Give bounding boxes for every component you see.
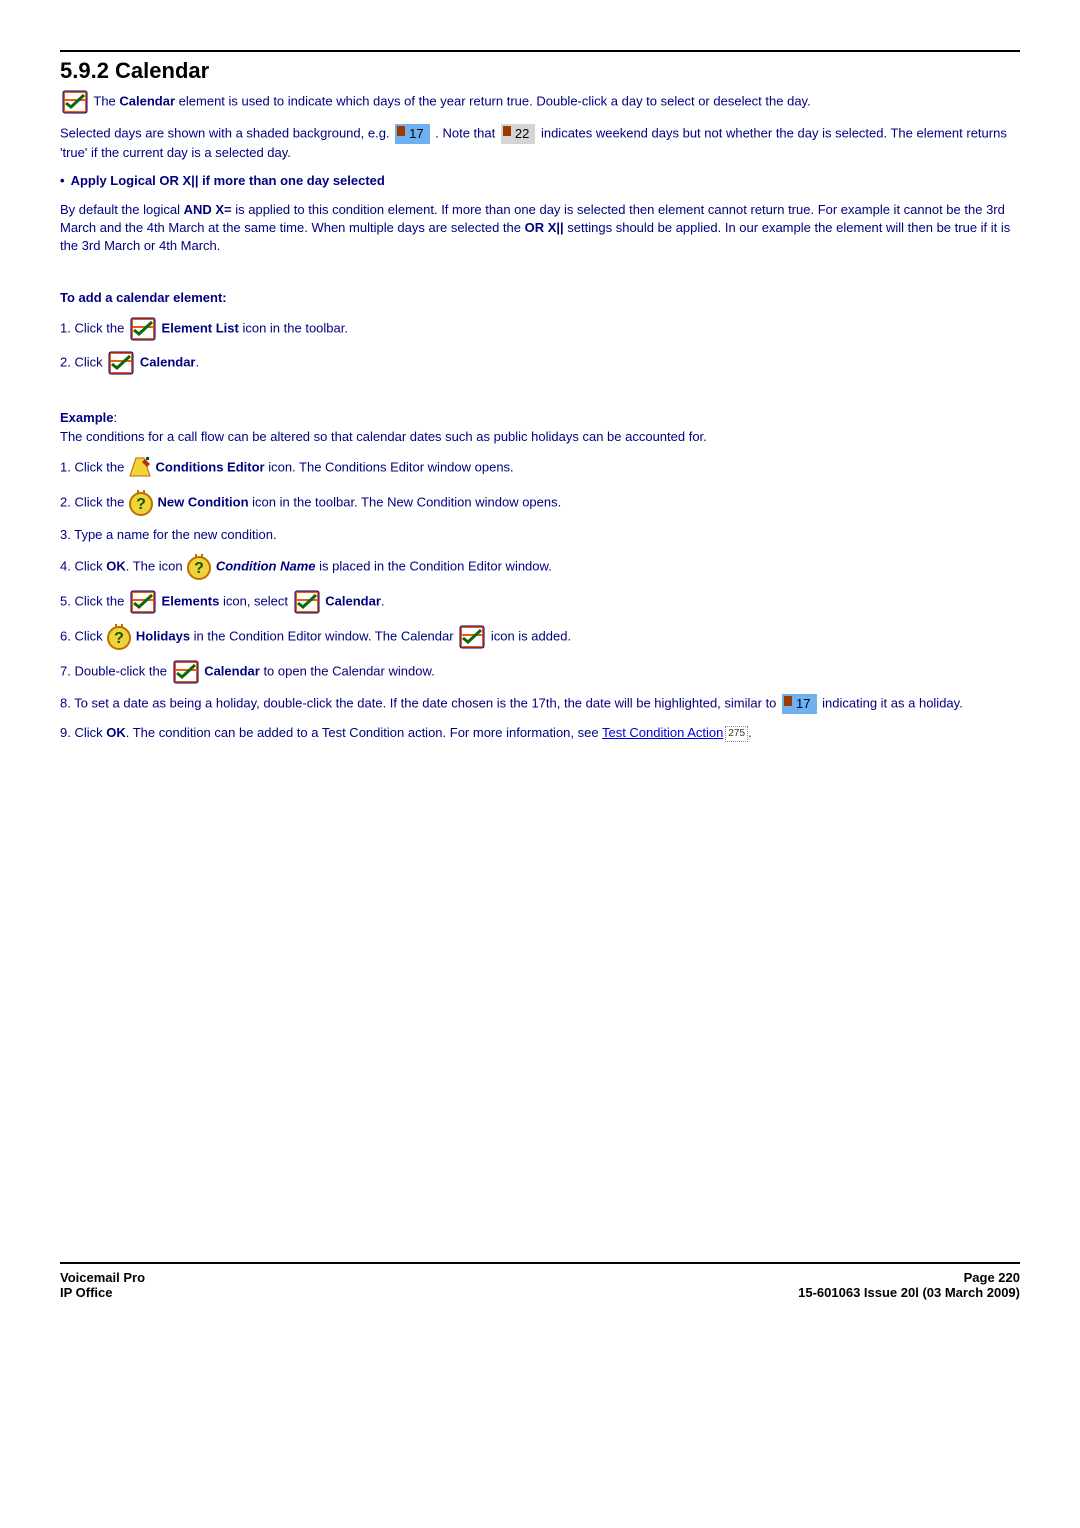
intro-paragraph-1: The Calendar element is used to indicate…: [60, 90, 1020, 114]
example-step-6: 6. Click Holidays in the Condition Edito…: [60, 624, 1020, 650]
footer-right: Page 220 15-601063 Issue 20l (03 March 2…: [798, 1270, 1020, 1300]
page-title: 5.9.2 Calendar: [60, 58, 1020, 84]
example-step-9: 9. Click OK. The condition can be added …: [60, 724, 1020, 742]
add-step-2: 2. Click Calendar.: [60, 351, 1020, 375]
example-heading: Example: The conditions for a call flow …: [60, 409, 1020, 445]
apply-or-body: By default the logical AND X= is applied…: [60, 201, 1020, 256]
page-reference: 275: [725, 726, 748, 742]
apply-or-heading: Apply Logical OR X|| if more than one da…: [60, 172, 1020, 190]
condition-name-icon: [186, 554, 212, 580]
new-condition-icon: [128, 490, 154, 516]
example-step-4: 4. Click OK. The icon Condition Name is …: [60, 554, 1020, 580]
intro-paragraph-2: Selected days are shown with a shaded ba…: [60, 124, 1020, 162]
example-step-1: 1. Click the Conditions Editor icon. The…: [60, 456, 1020, 480]
selected-day-sample-17: 17: [782, 694, 816, 714]
selected-day-sample: 17: [395, 124, 429, 144]
calendar-icon: [130, 317, 156, 341]
test-condition-action-link[interactable]: Test Condition Action: [602, 725, 723, 740]
example-step-3: 3. Type a name for the new condition.: [60, 526, 1020, 544]
calendar-icon: [62, 90, 88, 114]
holidays-icon: [106, 624, 132, 650]
calendar-icon: [294, 590, 320, 614]
example-step-8: 8. To set a date as being a holiday, dou…: [60, 694, 1020, 714]
add-step-1: 1. Click the Element List icon in the to…: [60, 317, 1020, 341]
calendar-icon: [459, 625, 485, 649]
weekend-day-sample: 22: [501, 124, 535, 144]
example-step-7: 7. Double-click the Calendar to open the…: [60, 660, 1020, 684]
footer-left: Voicemail Pro IP Office: [60, 1270, 145, 1300]
conditions-editor-icon: [128, 456, 152, 480]
example-step-5: 5. Click the Elements icon, select Calen…: [60, 590, 1020, 614]
calendar-icon: [108, 351, 134, 375]
to-add-heading: To add a calendar element:: [60, 289, 1020, 307]
calendar-icon: [173, 660, 199, 684]
example-step-2: 2. Click the New Condition icon in the t…: [60, 490, 1020, 516]
calendar-icon: [130, 590, 156, 614]
